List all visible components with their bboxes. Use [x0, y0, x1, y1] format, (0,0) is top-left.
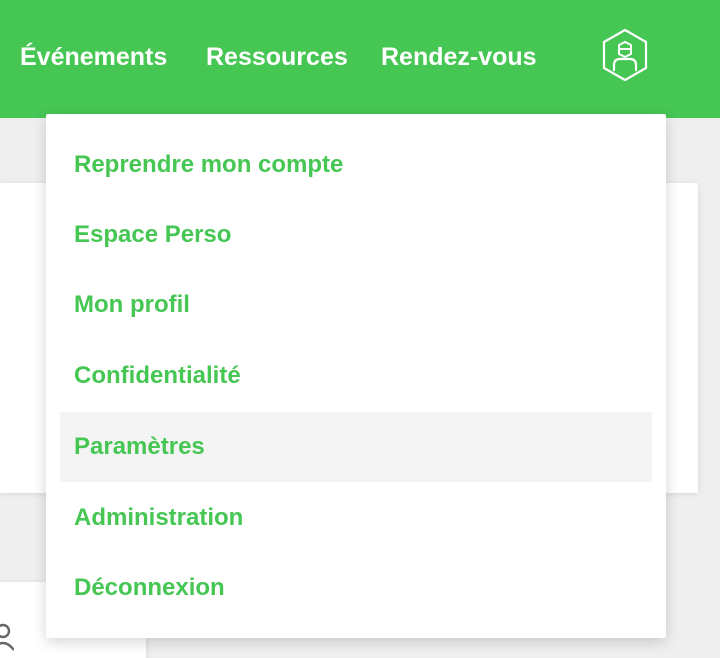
- user-dropdown-menu: Reprendre mon compte Espace Perso Mon pr…: [46, 114, 666, 638]
- user-icon: [0, 623, 14, 651]
- menu-item-mon-profil[interactable]: Mon profil: [60, 270, 652, 340]
- menu-item-reprendre-compte[interactable]: Reprendre mon compte: [60, 130, 652, 200]
- page: Événements Ressources Rendez-vous Repren…: [0, 0, 720, 658]
- nav-resources[interactable]: Ressources: [206, 40, 348, 74]
- menu-item-administration[interactable]: Administration: [60, 483, 652, 553]
- hexagon-user-icon[interactable]: [600, 28, 650, 82]
- menu-item-deconnexion[interactable]: Déconnexion: [60, 553, 652, 623]
- menu-item-parametres[interactable]: Paramètres: [60, 412, 652, 482]
- nav-events[interactable]: Événements: [20, 40, 167, 74]
- nav-rendez-vous[interactable]: Rendez-vous: [381, 40, 537, 74]
- top-navbar: Événements Ressources Rendez-vous: [0, 0, 720, 118]
- menu-item-espace-perso[interactable]: Espace Perso: [60, 200, 652, 270]
- menu-item-confidentialite[interactable]: Confidentialité: [60, 341, 652, 411]
